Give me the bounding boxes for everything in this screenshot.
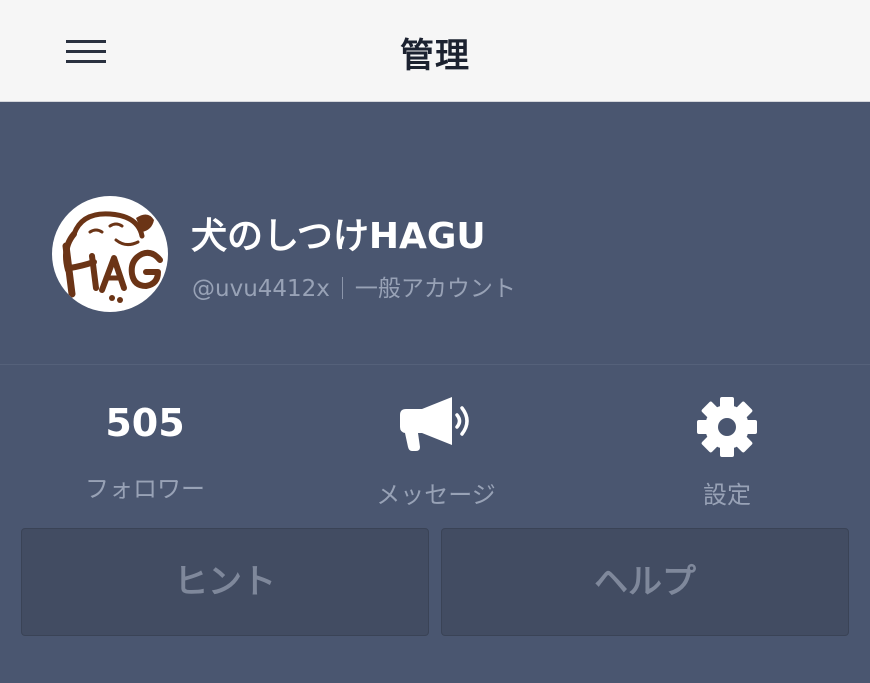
message-button[interactable]: メッセージ bbox=[306, 365, 566, 515]
main-panel: 犬のしつけHAGU @uvu4412x 一般アカウント 505 フォロワー メッセ… bbox=[0, 102, 870, 683]
megaphone-icon bbox=[400, 397, 469, 451]
stats-row: 505 フォロワー メッセージ 設定 bbox=[0, 365, 870, 525]
settings-icon-wrap bbox=[597, 395, 857, 457]
account-meta: @uvu4412x 一般アカウント bbox=[192, 269, 516, 303]
meta-separator bbox=[341, 277, 343, 299]
help-button[interactable]: ヘルプ bbox=[441, 528, 849, 636]
dog-logo-icon bbox=[62, 211, 163, 303]
hint-button[interactable]: ヒント bbox=[21, 528, 429, 636]
profile-section: 犬のしつけHAGU @uvu4412x 一般アカウント bbox=[0, 102, 870, 365]
gear-icon bbox=[697, 397, 757, 457]
message-icon-wrap bbox=[306, 395, 566, 455]
account-type: 一般アカウント bbox=[354, 276, 516, 302]
account-handle: @uvu4412x bbox=[192, 276, 330, 302]
settings-button[interactable]: 設定 bbox=[597, 365, 857, 515]
page-title: 管理 bbox=[400, 36, 470, 76]
top-bar: 管理 bbox=[0, 0, 870, 102]
avatar[interactable] bbox=[52, 196, 168, 312]
followers-stat[interactable]: 505 フォロワー bbox=[15, 365, 275, 515]
account-name: 犬のしつけHAGU bbox=[191, 216, 486, 257]
settings-label: 設定 bbox=[703, 481, 751, 509]
message-label: メッセージ bbox=[376, 481, 496, 509]
followers-count: 505 bbox=[105, 401, 185, 445]
followers-label: フォロワー bbox=[85, 475, 205, 503]
